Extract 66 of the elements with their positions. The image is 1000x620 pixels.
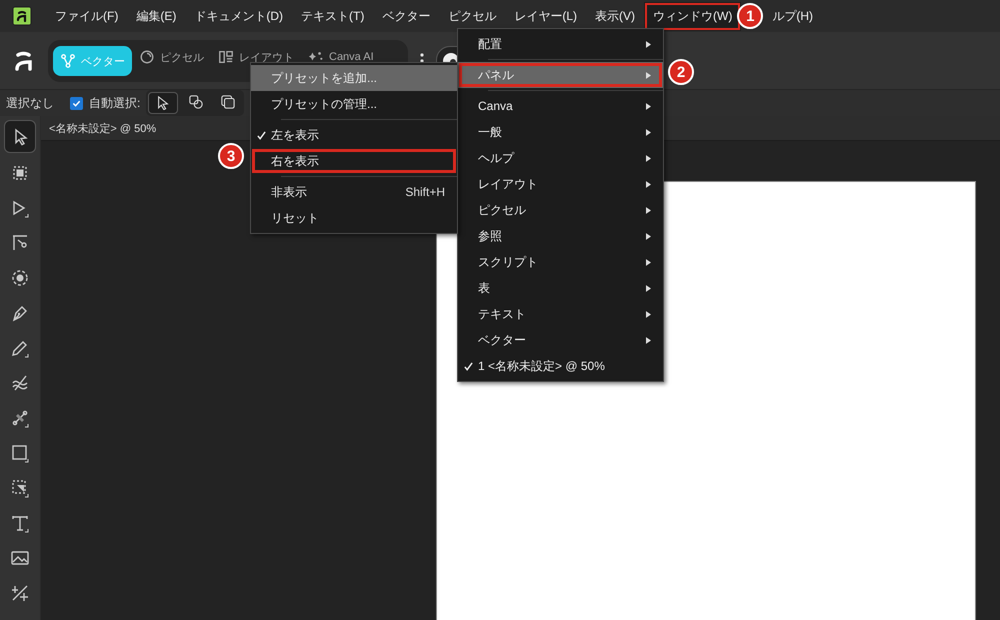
- shortcut-text: Shift+H: [405, 185, 445, 199]
- persona-tab[interactable]: ピクセル: [132, 42, 211, 72]
- checkmark-icon: [256, 130, 266, 140]
- vector-nodes-icon: [60, 53, 76, 69]
- menu-item[interactable]: 参照: [458, 223, 663, 249]
- stacked-squares-icon: [221, 95, 236, 109]
- crop-icon: [10, 582, 30, 602]
- menu-item[interactable]: 編集(E): [127, 2, 186, 30]
- menu-item[interactable]: ベクター: [458, 327, 663, 353]
- callout-badge: 1: [737, 3, 764, 29]
- menu-item[interactable]: 1 <名称未設定> @ 50%: [458, 353, 663, 379]
- menu-item[interactable]: スクリプト: [458, 249, 663, 275]
- submenu-arrow-icon: [646, 336, 651, 344]
- circle-icon: [139, 49, 155, 65]
- check-icon: [72, 98, 81, 108]
- submenu-arrow-icon: [646, 128, 651, 136]
- document-tab[interactable]: <名称未設定> @ 50%: [49, 120, 156, 136]
- menu-item[interactable]: ウィンドウ(W): [644, 2, 742, 30]
- menu-item[interactable]: ファイル(F): [46, 2, 128, 30]
- checkbox-label: 自動選択:: [89, 94, 140, 112]
- menu-item[interactable]: 表示(V): [586, 2, 644, 30]
- menu-item[interactable]: ヘルプ: [458, 145, 663, 171]
- submenu-arrow-icon: [646, 258, 651, 266]
- menu-item[interactable]: 配置: [458, 31, 663, 57]
- menu-item[interactable]: プリセットの管理...: [251, 91, 457, 117]
- overlap-squares-icon: [189, 95, 204, 109]
- submenu-arrow-icon: [646, 284, 651, 292]
- menu-item[interactable]: ピクセル: [458, 197, 663, 223]
- tool-button[interactable]: [4, 120, 36, 153]
- pointer-icon: [156, 96, 170, 110]
- checkmark-icon: [464, 362, 472, 370]
- app-logo-icon: [12, 6, 32, 26]
- menu-item[interactable]: パネル: [458, 62, 663, 88]
- menu-item[interactable]: テキスト(T): [292, 2, 374, 30]
- submenu-arrow-icon: [646, 180, 651, 188]
- corner-icon: [10, 232, 30, 252]
- square-icon: [10, 442, 30, 462]
- layout-icon: [218, 49, 234, 65]
- menu-item[interactable]: レイヤー(L): [505, 2, 586, 30]
- menu-item[interactable]: ピクセル: [439, 2, 506, 30]
- submenu-arrow-icon: [646, 310, 651, 318]
- submenu-arrow-icon: [646, 154, 651, 162]
- gradient-line-icon: [10, 408, 30, 428]
- submenu-arrow-icon: [646, 232, 651, 240]
- submenu-arrow-icon: [646, 102, 651, 110]
- submenu-arrow-icon: [646, 72, 651, 78]
- dashed-circle-icon: [10, 268, 30, 288]
- menu-item[interactable]: レイアウト: [458, 171, 663, 197]
- menu-item[interactable]: プリセットを追加...: [251, 65, 457, 91]
- menu-item[interactable]: 右を表示: [251, 148, 457, 174]
- menu-item[interactable]: ドキュメント(D): [185, 2, 292, 30]
- submenu-arrow-icon: [646, 206, 651, 214]
- selection-mode-button[interactable]: [148, 92, 178, 114]
- menu-item[interactable]: 表: [458, 275, 663, 301]
- submenu-arrow-icon: [646, 40, 651, 48]
- menu-item[interactable]: テキスト: [458, 301, 663, 327]
- menu-item[interactable]: 左を表示: [251, 122, 457, 148]
- checkbox[interactable]: [70, 96, 83, 110]
- dashed-frame-icon: [10, 478, 30, 498]
- menu-item[interactable]: 一般: [458, 119, 663, 145]
- menu-item[interactable]: ベクター: [373, 2, 440, 30]
- menu-item[interactable]: リセット: [251, 205, 457, 231]
- selection-status: 選択なし: [6, 94, 54, 112]
- menu-item[interactable]: 非表示 Shift+H: [251, 179, 457, 205]
- menu-item[interactable]: ルプ(H): [763, 2, 822, 30]
- menu-item[interactable]: Canva: [458, 93, 663, 119]
